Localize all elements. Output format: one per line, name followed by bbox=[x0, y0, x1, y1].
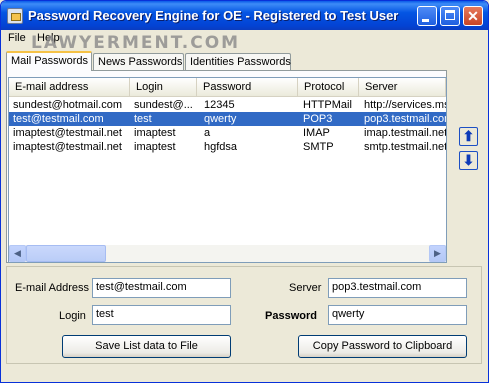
save-list-button[interactable]: Save List data to File bbox=[62, 335, 231, 358]
column-header-login[interactable]: Login bbox=[130, 78, 197, 96]
cell-password: hgfdsa bbox=[204, 141, 238, 153]
column-header-server[interactable]: Server bbox=[359, 78, 446, 96]
table-row[interactable]: sundest@hotmail.com sundest@... 12345 HT… bbox=[9, 98, 446, 112]
cell-email: imaptest@testmail.net bbox=[13, 127, 122, 139]
move-down-button[interactable]: ⬇ bbox=[459, 151, 478, 170]
cell-login: test bbox=[134, 113, 152, 125]
window-title: Password Recovery Engine for OE - Regist… bbox=[28, 8, 399, 23]
server-label: Server bbox=[289, 282, 322, 294]
minimize-button[interactable] bbox=[417, 6, 437, 26]
table-row[interactable]: imaptest@testmail.net imaptest a IMAP im… bbox=[9, 126, 446, 140]
table-row[interactable]: imaptest@testmail.net imaptest hgfdsa SM… bbox=[9, 140, 446, 154]
cell-password: qwerty bbox=[204, 113, 237, 125]
login-field[interactable]: test bbox=[92, 305, 231, 325]
title-bar[interactable]: Password Recovery Engine for OE - Regist… bbox=[1, 1, 488, 30]
cell-password: a bbox=[204, 127, 211, 139]
close-button[interactable]: ✕ bbox=[463, 6, 483, 26]
cell-server: imap.testmail.net bbox=[364, 127, 446, 139]
cell-email: imaptest@testmail.net bbox=[13, 141, 122, 153]
scrollbar-thumb[interactable] bbox=[26, 245, 106, 262]
minimize-icon bbox=[422, 19, 429, 22]
tab-mail-passwords[interactable]: Mail Passwords bbox=[6, 51, 92, 71]
cell-login: imaptest bbox=[134, 141, 176, 153]
column-header-protocol[interactable]: Protocol bbox=[298, 78, 359, 96]
move-up-button[interactable]: ⬆ bbox=[459, 127, 478, 146]
table-row-selected[interactable]: test@testmail.com test qwerty POP3 pop3.… bbox=[9, 112, 446, 126]
cell-protocol: IMAP bbox=[303, 127, 330, 139]
cell-protocol: POP3 bbox=[303, 113, 333, 125]
login-label: Login bbox=[59, 310, 86, 322]
passwords-list[interactable]: E-mail address Login Password Protocol S… bbox=[8, 77, 447, 263]
email-address-field[interactable]: test@testmail.com bbox=[92, 278, 231, 298]
copy-password-button[interactable]: Copy Password to Clipboard bbox=[298, 335, 467, 358]
app-window: Password Recovery Engine for OE - Regist… bbox=[0, 0, 489, 383]
close-icon: ✕ bbox=[467, 8, 479, 24]
scroll-left-button[interactable]: ◀ bbox=[9, 245, 26, 262]
app-icon[interactable] bbox=[7, 8, 23, 24]
server-field[interactable]: pop3.testmail.com bbox=[328, 278, 467, 298]
chevron-right-icon: ▶ bbox=[434, 248, 441, 258]
tab-news-passwords[interactable]: News Passwords bbox=[93, 53, 184, 70]
horizontal-scrollbar[interactable]: ◀ ▶ bbox=[9, 245, 446, 262]
password-field[interactable]: qwerty bbox=[328, 305, 467, 325]
scroll-right-button[interactable]: ▶ bbox=[429, 245, 446, 262]
column-header-password[interactable]: Password bbox=[197, 78, 298, 96]
maximize-icon bbox=[445, 10, 455, 20]
cell-protocol: SMTP bbox=[303, 141, 334, 153]
cell-server: http://services.msn... bbox=[364, 99, 446, 111]
cell-login: sundest@... bbox=[134, 99, 193, 111]
chevron-left-icon: ◀ bbox=[14, 248, 21, 258]
column-header-email[interactable]: E-mail address bbox=[9, 78, 130, 96]
menu-file[interactable]: File bbox=[8, 32, 26, 44]
cell-server: pop3.testmail.com bbox=[364, 113, 446, 125]
watermark: LAWYERMENT.COM bbox=[31, 33, 241, 53]
list-header: E-mail address Login Password Protocol S… bbox=[9, 78, 446, 97]
tab-identities-passwords[interactable]: Identities Passwords bbox=[185, 53, 291, 70]
arrow-up-icon: ⬆ bbox=[462, 128, 475, 144]
cell-server: smtp.testmail.net bbox=[364, 141, 446, 153]
arrow-down-icon: ⬇ bbox=[462, 152, 475, 168]
cell-password: 12345 bbox=[204, 99, 235, 111]
maximize-button[interactable] bbox=[440, 6, 460, 26]
cell-email: test@testmail.com bbox=[13, 113, 104, 125]
cell-login: imaptest bbox=[134, 127, 176, 139]
cell-email: sundest@hotmail.com bbox=[13, 99, 122, 111]
password-label: Password bbox=[265, 310, 317, 322]
cell-protocol: HTTPMail bbox=[303, 99, 352, 111]
email-address-label: E-mail Address bbox=[15, 282, 89, 294]
